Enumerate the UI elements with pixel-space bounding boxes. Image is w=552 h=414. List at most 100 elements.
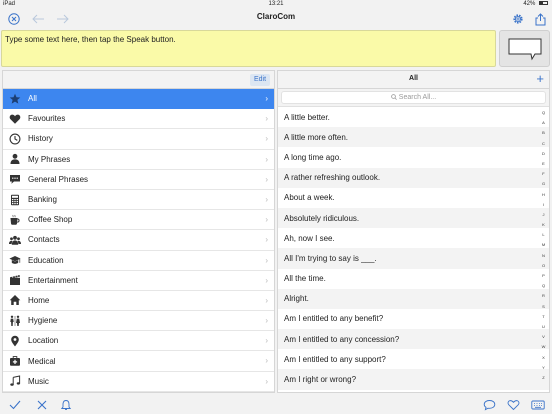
category-item-home[interactable]: Home › — [3, 291, 274, 312]
heart-icon — [507, 400, 519, 411]
phrase-item[interactable]: Am I entitled to any concession? — [278, 329, 549, 350]
index-letter[interactable]: J — [543, 212, 545, 217]
alert-button[interactable] — [59, 398, 73, 412]
phrases-panel: All + Search All... A little better. A li… — [277, 70, 550, 393]
phrase-item[interactable]: A long time ago. — [278, 147, 549, 167]
category-item-music[interactable]: Music › — [3, 372, 274, 392]
phrase-item[interactable]: A little better. — [278, 107, 549, 127]
share-button[interactable] — [532, 11, 548, 27]
index-letter[interactable]: Q — [542, 110, 545, 115]
battery-icon — [539, 1, 548, 6]
people-icon — [9, 234, 21, 246]
gear-icon — [513, 14, 523, 24]
category-item-contacts[interactable]: Contacts › — [3, 230, 274, 251]
keyboard-button[interactable] — [531, 398, 545, 412]
index-letter[interactable]: W — [542, 344, 546, 349]
bell-icon — [60, 400, 72, 410]
chevron-right-icon: › — [265, 114, 268, 124]
index-letter[interactable]: X — [542, 355, 545, 360]
category-item-favourites[interactable]: Favourites › — [3, 109, 274, 130]
category-label: Entertainment — [28, 275, 78, 285]
index-letter[interactable]: Z — [542, 375, 544, 380]
category-item-my-phrases[interactable]: My Phrases › — [3, 150, 274, 170]
index-letter[interactable]: C — [542, 141, 545, 146]
category-item-coffee-shop[interactable]: Coffee Shop › — [3, 210, 274, 231]
index-letter[interactable]: T — [542, 314, 544, 319]
index-letter[interactable]: F — [542, 171, 544, 176]
index-letter[interactable]: H — [542, 192, 545, 197]
category-item-entertainment[interactable]: Entertainment › — [3, 271, 274, 291]
phrase-item[interactable]: Am I right or wrong? — [278, 369, 549, 390]
index-letter[interactable]: I — [543, 202, 544, 207]
search-placeholder: Search All... — [398, 94, 437, 101]
category-item-hygiene[interactable]: Hygiene › — [3, 311, 274, 332]
coffee-cup-icon — [9, 214, 21, 226]
index-letter[interactable]: V — [542, 334, 545, 339]
alphabet-index[interactable]: QABCDEFGHIJKLMNOPQRSTUVWXYZ — [539, 110, 548, 380]
settings-button[interactable] — [510, 11, 526, 27]
category-label: Location — [28, 336, 59, 346]
index-letter[interactable]: A — [542, 120, 545, 125]
category-item-history[interactable]: History › — [3, 129, 274, 150]
edit-button[interactable]: Edit — [250, 74, 270, 86]
speech-button[interactable] — [482, 398, 496, 412]
index-letter[interactable]: D — [542, 151, 545, 156]
index-letter[interactable]: U — [542, 324, 545, 329]
cancel-button[interactable] — [35, 398, 49, 412]
index-letter[interactable]: Q — [542, 283, 545, 288]
phrase-item[interactable]: Alright. — [278, 288, 549, 309]
chevron-right-icon: › — [265, 295, 268, 305]
category-item-location[interactable]: Location › — [3, 331, 274, 352]
category-item-general-phrases[interactable]: General Phrases › — [3, 170, 274, 190]
phrase-item[interactable]: All I'm trying to say is ___. — [278, 248, 549, 269]
star-icon — [9, 93, 21, 105]
index-letter[interactable]: R — [542, 293, 545, 298]
category-label: General Phrases — [28, 174, 89, 184]
clock-icon — [9, 133, 21, 145]
status-bar: iPad 13:21 42% — [0, 0, 552, 9]
speak-button[interactable] — [499, 30, 550, 67]
phrase-item[interactable]: Absolutely ridiculous. — [278, 207, 549, 229]
category-item-education[interactable]: Education › — [3, 251, 274, 271]
index-letter[interactable]: P — [542, 273, 545, 278]
index-letter[interactable]: Y — [542, 365, 545, 370]
chevron-right-icon: › — [265, 255, 268, 265]
category-label: Banking — [28, 195, 57, 205]
index-letter[interactable]: O — [542, 263, 545, 268]
phrase-item[interactable]: Am I entitled to any support? — [278, 349, 549, 369]
phrase-list: A little better. A little more often. A lo… — [278, 107, 549, 390]
phrase-text-area[interactable]: Type some text here, then tap the Speak … — [1, 30, 496, 67]
category-item-all[interactable]: All › — [3, 89, 274, 110]
index-letter[interactable]: B — [542, 130, 545, 135]
index-letter[interactable]: S — [542, 304, 545, 309]
index-letter[interactable]: N — [542, 253, 545, 258]
phrase-item[interactable]: Am I entitled to any benefit? — [278, 309, 549, 329]
category-label: Education — [28, 255, 64, 265]
index-letter[interactable]: M — [542, 242, 545, 247]
category-label: Hygiene — [28, 316, 58, 326]
category-item-banking[interactable]: Banking › — [3, 190, 274, 211]
phrase-item[interactable]: About a week. — [278, 188, 549, 208]
search-input[interactable]: Search All... — [281, 91, 546, 104]
phrase-item[interactable]: A little more often. — [278, 127, 549, 148]
index-letter[interactable]: L — [542, 232, 544, 237]
check-button[interactable] — [8, 398, 22, 412]
phrase-item[interactable]: A rather refreshing outlook. — [278, 167, 549, 188]
favourite-button[interactable] — [506, 398, 520, 412]
person-icon — [9, 153, 21, 165]
category-item-medical[interactable]: Medical › — [3, 351, 274, 372]
category-label: Medical — [28, 356, 56, 366]
map-pin-icon — [9, 335, 21, 347]
index-letter[interactable]: E — [542, 161, 545, 166]
category-list: All › Favourites › History › My Phrases › Genera… — [3, 89, 274, 392]
phrase-item[interactable]: Ah, now I see. — [278, 228, 549, 248]
category-label: Favourites — [28, 114, 66, 124]
add-phrase-button[interactable]: + — [536, 71, 544, 86]
index-letter[interactable]: K — [542, 222, 545, 227]
text-area-placeholder: Type some text here, then tap the Speak … — [5, 35, 176, 44]
search-bar: Search All... — [278, 89, 549, 107]
phrase-item[interactable]: All the time. — [278, 269, 549, 289]
app-title: ClaroCom — [256, 12, 296, 21]
index-letter[interactable]: G — [542, 181, 545, 186]
chat-bubble-icon — [483, 400, 495, 411]
